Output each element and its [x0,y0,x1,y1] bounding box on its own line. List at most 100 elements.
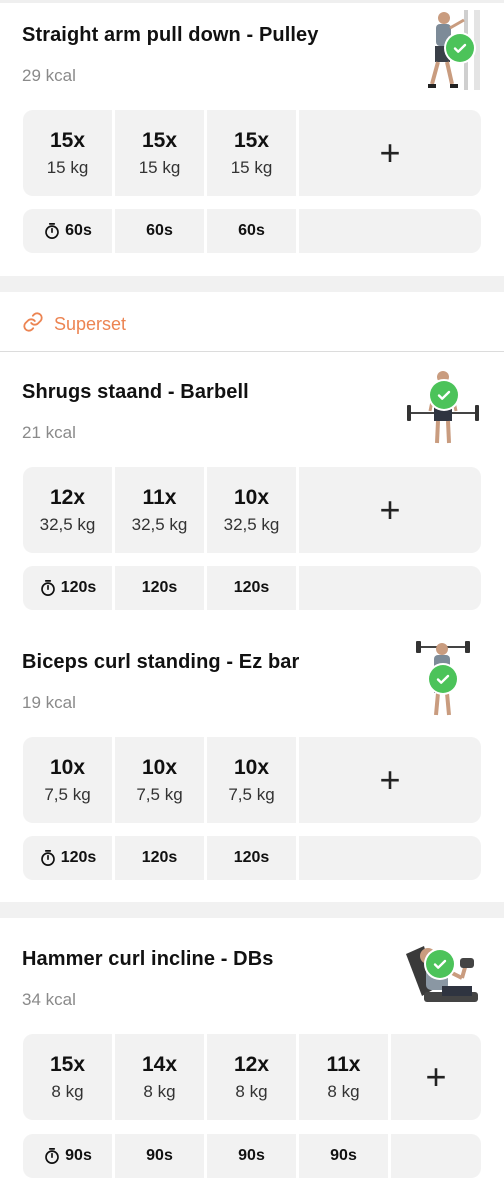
check-circle-icon [446,34,474,62]
exercise-title: Shrugs staand - Barbell [22,381,249,403]
rest-value: 90s [146,1147,173,1164]
exercise-kcal: 19 kcal [22,693,76,712]
rest-value: 120s [141,579,178,596]
set-cell[interactable]: 10x 7,5 kg [115,737,204,823]
rest-cell[interactable]: 60s [23,209,112,253]
set-weight: 15 kg [230,158,273,177]
set-reps: 12x [49,486,86,509]
superset-text: Superset [54,314,127,334]
rest-value: 90s [330,1147,357,1164]
rest-cell[interactable]: 60s [115,209,204,253]
rest-value: 90s [65,1147,92,1164]
rest-cell[interactable]: 120s [23,566,112,610]
set-reps: 15x [141,129,178,152]
set-reps: 10x [141,756,178,779]
set-weight: 32,5 kg [223,515,280,534]
set-cell[interactable]: 15x 15 kg [23,110,112,196]
set-reps: 11x [326,1053,361,1076]
exercise-title: Straight arm pull down - Pulley [22,24,319,46]
plus-icon: + [379,759,401,800]
set-cell[interactable]: 10x 7,5 kg [23,737,112,823]
check-circle-icon [430,381,458,409]
set-cell[interactable]: 14x 8 kg [115,1034,204,1120]
link-icon [22,311,44,338]
exercise-kcal: 21 kcal [22,423,76,442]
add-set-button[interactable]: + [299,467,481,553]
rest-cell[interactable]: 120s [207,566,296,610]
set-weight: 8 kg [143,1082,176,1101]
rest-value: 60s [65,222,92,239]
rest-cell[interactable]: 120s [115,566,204,610]
set-weight: 32,5 kg [39,515,96,534]
exercise-thumbnail[interactable] [414,637,472,719]
rest-value: 120s [233,849,270,866]
set-cell[interactable]: 12x 8 kg [207,1034,296,1120]
rest-value: 120s [141,849,178,866]
exercise-kcal: 29 kcal [22,66,76,85]
set-weight: 8 kg [51,1082,84,1101]
rest-cell[interactable]: 120s [207,836,296,880]
superset-label[interactable]: Superset [22,311,126,338]
rest-empty-cell [299,566,481,610]
rest-value: 60s [238,222,265,239]
set-cell[interactable]: 15x 8 kg [23,1034,112,1120]
add-set-button[interactable]: + [299,110,481,196]
set-reps: 12x [233,1053,270,1076]
set-reps: 10x [233,486,270,509]
plus-icon: + [425,1056,447,1097]
stopwatch-icon [39,579,57,597]
set-reps: 15x [49,1053,86,1076]
set-weight: 8 kg [327,1082,360,1101]
set-reps: 10x [49,756,86,779]
rest-cell[interactable]: 90s [23,1134,112,1178]
rest-cell[interactable]: 90s [207,1134,296,1178]
rest-cell[interactable]: 60s [207,209,296,253]
rest-empty-cell [299,209,481,253]
add-set-button[interactable]: + [299,737,481,823]
set-reps: 14x [141,1053,178,1076]
set-weight: 15 kg [46,158,89,177]
set-cell[interactable]: 10x 32,5 kg [207,467,296,553]
rest-cell[interactable]: 120s [115,836,204,880]
set-cell[interactable]: 11x 32,5 kg [115,467,204,553]
plus-icon: + [379,132,401,173]
exercise-title: Biceps curl standing - Ez bar [22,651,300,673]
section-divider [0,902,504,918]
set-cell[interactable]: 15x 15 kg [207,110,296,196]
set-cell[interactable]: 10x 7,5 kg [207,737,296,823]
rest-value: 120s [60,849,97,866]
rest-value: 120s [60,579,97,596]
set-reps: 10x [233,756,270,779]
section-divider [0,276,504,292]
exercise-thumbnail[interactable] [420,10,482,92]
rest-cell[interactable]: 90s [115,1134,204,1178]
plus-icon: + [379,489,401,530]
rest-empty-cell [299,836,481,880]
set-weight: 8 kg [235,1082,268,1101]
set-weight: 32,5 kg [131,515,188,534]
rest-empty-cell [391,1134,481,1178]
rest-value: 60s [146,222,173,239]
set-reps: 15x [49,129,86,152]
rest-cell[interactable]: 90s [299,1134,388,1178]
stopwatch-icon [43,222,61,240]
set-cell[interactable]: 15x 15 kg [115,110,204,196]
set-reps: 11x [142,486,177,509]
top-edge [0,0,504,3]
superset-divider [0,351,504,352]
exercise-thumbnail[interactable] [404,934,482,1016]
set-weight: 7,5 kg [44,785,91,804]
set-weight: 15 kg [138,158,181,177]
exercise-thumbnail[interactable] [404,369,482,451]
check-circle-icon [426,950,454,978]
stopwatch-icon [39,849,57,867]
rest-cell[interactable]: 120s [23,836,112,880]
check-circle-icon [429,665,457,693]
rest-value: 90s [238,1147,265,1164]
add-set-button[interactable]: + [391,1034,481,1120]
set-weight: 7,5 kg [228,785,275,804]
set-cell[interactable]: 11x 8 kg [299,1034,388,1120]
exercise-title: Hammer curl incline - DBs [22,948,274,970]
exercise-kcal: 34 kcal [22,990,76,1009]
set-cell[interactable]: 12x 32,5 kg [23,467,112,553]
